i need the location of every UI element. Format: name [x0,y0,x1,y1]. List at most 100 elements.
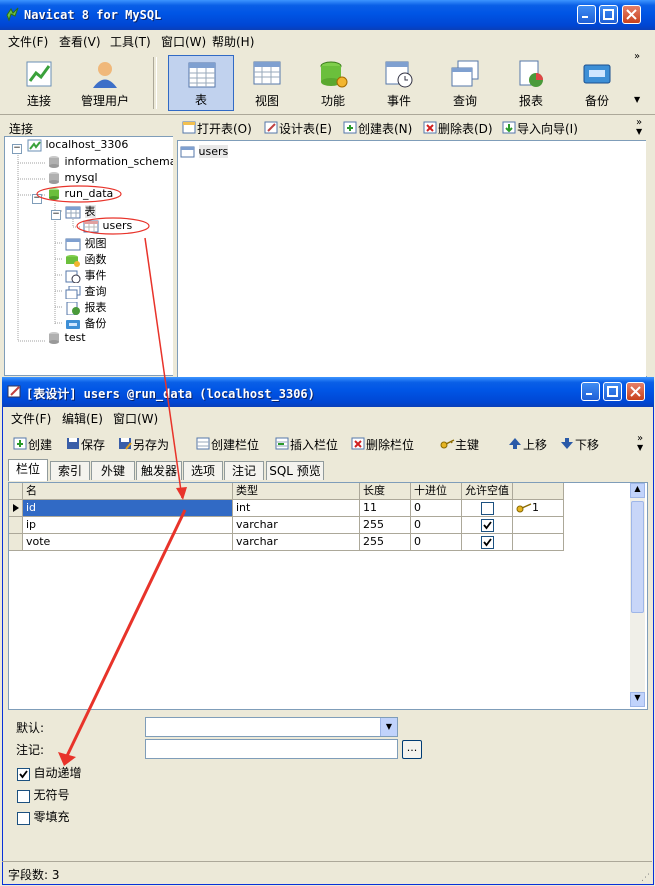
menu-help[interactable]: 帮助(H) [212,33,254,50]
design-title-bar[interactable]: [表设计] users @run_data (localhost_3306) [2,377,654,407]
add-field-button[interactable]: 创建栏位 [196,436,259,452]
navicat-logo-icon [6,7,19,22]
tab-triggers[interactable]: 触发器 [136,461,182,480]
create-table-button[interactable]: 创建表(N) [343,120,412,136]
menu-view[interactable]: 查看(V) [59,33,101,50]
toolbar-overflow-icon[interactable]: » [634,51,640,62]
default-combobox[interactable]: ▼ [145,717,398,737]
import-wizard-button[interactable]: 导入向导(I) [502,120,578,136]
move-down-button[interactable]: 下移 [560,436,599,452]
table-row-cell-length[interactable]: 255 [360,534,411,551]
object-list-item-users[interactable]: users [180,145,229,158]
tab-options[interactable]: 选项 [183,461,223,480]
chevron-down-icon[interactable]: ▼ [380,718,397,736]
scroll-up-icon[interactable]: ▲ [630,483,645,498]
table-row-cell-nullable[interactable] [462,534,513,551]
row-selector[interactable] [9,534,23,551]
maximize-button[interactable] [599,5,618,24]
table-row-cell-nullable[interactable] [462,500,513,517]
table-row-cell-length[interactable]: 11 [360,500,411,517]
nullable-checkbox[interactable] [480,501,494,515]
tab-comment[interactable]: 注记 [224,461,264,480]
minimize-button[interactable] [577,5,596,24]
delete-field-button[interactable]: 删除栏位 [351,436,414,452]
comment-edit-button[interactable]: ... [402,740,422,759]
toolbar-report-button[interactable]: 报表 [498,55,564,111]
menu-file[interactable]: 文件(F) [8,33,48,50]
table-row-cell-type[interactable]: int [233,500,360,517]
row-selector[interactable] [9,517,23,534]
table-row-cell-nullable[interactable] [462,517,513,534]
table-row-cell-name[interactable]: vote [23,534,233,551]
insert-field-button[interactable]: 插入栏位 [275,436,338,452]
comment-input[interactable] [145,739,398,759]
tab-fields[interactable]: 栏位 [8,459,48,481]
toolbar-table-button[interactable]: 表 [168,55,234,111]
design-window-title: [表设计] users @run_data (localhost_3306) [26,387,315,401]
column-header-key[interactable] [513,483,564,500]
checkmark-icon [482,537,492,546]
scroll-thumb[interactable] [631,501,644,613]
design-menu-file[interactable]: 文件(F) [11,410,51,427]
nullable-checkbox[interactable] [480,518,494,532]
table-row-cell-length[interactable]: 255 [360,517,411,534]
toolbar-dropdown-icon[interactable]: ▼ [634,95,640,104]
design-menu-window[interactable]: 窗口(W) [113,410,158,427]
move-up-button[interactable]: 上移 [508,436,547,452]
unsigned-checkbox[interactable] [17,789,30,803]
table-row-cell-type[interactable]: varchar [233,534,360,551]
tab-indexes[interactable]: 索引 [50,461,90,480]
checkmark-icon [482,520,492,529]
toolbar-backup-button[interactable]: 备份 [564,55,630,111]
table-row-cell-decimals[interactable]: 0 [411,534,462,551]
column-header-name[interactable]: 名 [23,483,233,500]
zerofill-checkbox[interactable] [17,811,30,825]
save-button[interactable]: 保存 [66,436,105,452]
column-header-type[interactable]: 类型 [233,483,360,500]
toolbar-manage-users-button[interactable]: 管理用户 [72,55,138,111]
toolbar-view-button[interactable]: 视图 [234,55,300,111]
toolbar-query-button[interactable]: 查询 [432,55,498,111]
design-toolbar-dropdown-icon[interactable]: ▼ [637,443,643,452]
design-minimize-button[interactable] [581,382,600,401]
menu-tools[interactable]: 工具(T) [110,33,151,50]
object-toolbar-dropdown-icon[interactable]: ▼ [636,127,642,136]
design-table-button[interactable]: 设计表(E) [264,120,332,136]
delete-table-button[interactable]: 删除表(D) [423,120,493,136]
table-row-cell-name[interactable]: id [23,500,233,517]
scroll-down-icon[interactable]: ▼ [630,692,645,707]
function-icon [320,61,348,88]
main-title-bar[interactable]: Navicat 8 for MySQL [0,0,655,30]
primary-key-button[interactable]: 主键 [440,436,479,452]
open-table-button[interactable]: 打开表(O) [182,120,252,136]
menu-window[interactable]: 窗口(W) [161,33,206,50]
column-header-length[interactable]: 长度 [360,483,411,500]
column-header-decimals[interactable]: 十进位 [411,483,462,500]
auto-increment-checkbox[interactable] [17,767,30,781]
design-maximize-button[interactable] [603,382,622,401]
unsigned-option[interactable]: 无符号 [17,786,70,803]
tab-sql-preview[interactable]: SQL 预览 [266,461,324,480]
save-as-button[interactable]: 另存为 [118,436,169,452]
table-row-cell-decimals[interactable]: 0 [411,517,462,534]
design-close-button[interactable] [626,382,645,401]
table-row-cell-name[interactable]: ip [23,517,233,534]
design-menu-edit[interactable]: 编辑(E) [62,410,103,427]
toolbar-connect-button[interactable]: 连接 [6,55,72,111]
table-row-cell-key [513,517,564,534]
right-edge [646,140,655,376]
row-selector-current[interactable] [9,500,23,517]
toolbar-function-button[interactable]: 功能 [300,55,366,111]
close-button[interactable] [622,5,641,24]
auto-increment-option[interactable]: 自动递增 [17,764,82,781]
column-header-nullable[interactable]: 允许空值 [462,483,513,500]
grid-scrollbar[interactable]: ▲ ▼ [630,483,645,707]
nullable-checkbox[interactable] [480,535,494,549]
table-row-cell-type[interactable]: varchar [233,517,360,534]
toolbar-event-button[interactable]: 事件 [366,55,432,111]
tab-foreign-keys[interactable]: 外键 [91,461,135,480]
resize-grip-icon[interactable]: ⋰ [641,873,650,883]
table-row-cell-decimals[interactable]: 0 [411,500,462,517]
zerofill-option[interactable]: 零填充 [17,808,70,825]
create-button[interactable]: 创建 [13,436,52,452]
